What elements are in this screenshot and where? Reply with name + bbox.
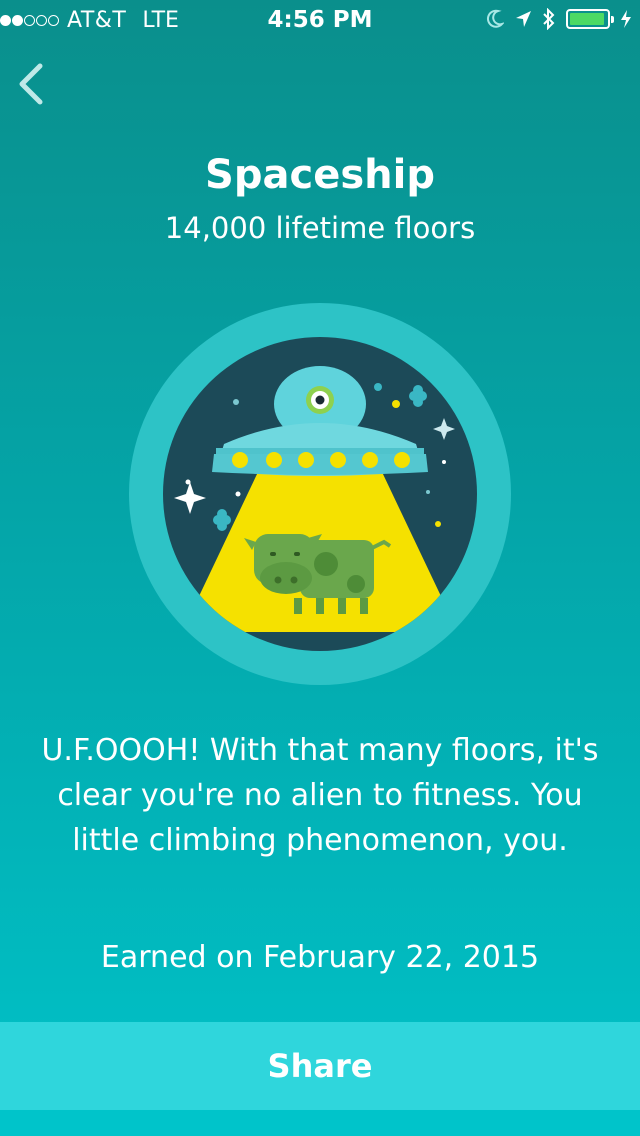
- badge-message: U.F.OOOH! With that many floors, it's cl…: [41, 733, 599, 858]
- share-button[interactable]: Share: [0, 1022, 640, 1110]
- badge-subtitle: 14,000 lifetime floors: [164, 211, 476, 245]
- share-button-label: Share: [267, 1047, 373, 1085]
- status-bar: AT&T LTE 4:56 PM: [0, 0, 640, 40]
- badge-title: Spaceship: [205, 152, 435, 198]
- moon-icon: [487, 9, 504, 28]
- bluetooth-icon: [543, 8, 555, 30]
- back-button[interactable]: [12, 60, 52, 108]
- ufo-cow-badge-icon: [129, 303, 511, 685]
- battery-icon: [566, 9, 614, 29]
- earned-date: Earned on February 22, 2015: [100, 940, 540, 975]
- charging-bolt-icon: [621, 10, 631, 28]
- chevron-left-icon: [19, 63, 43, 105]
- location-arrow-icon: [516, 11, 531, 27]
- bottom-strip: [0, 1110, 640, 1136]
